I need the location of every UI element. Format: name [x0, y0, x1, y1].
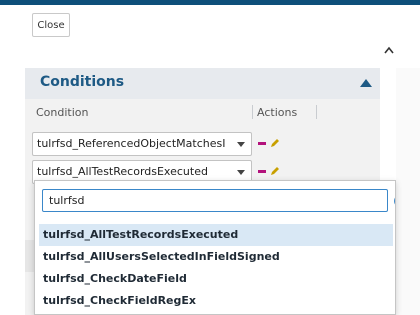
conditions-title: Conditions: [40, 74, 125, 90]
dropdown-option[interactable]: tulrfsd_AllUsersSelectedInFieldSigned: [39, 246, 393, 268]
dropdown-option[interactable]: tulrfsd_CheckDateField: [39, 268, 393, 290]
scroll-up-arrow-icon[interactable]: [384, 46, 394, 54]
pencil-icon[interactable]: [270, 138, 280, 148]
pencil-icon[interactable]: [270, 166, 280, 176]
column-separator: [252, 105, 253, 119]
page-scrollbar[interactable]: [396, 68, 420, 315]
condition-select-value: tulrfsd_AllTestRecordsExecuted: [37, 165, 208, 178]
dropdown-option[interactable]: tulrfsd_AllTestRecordsExecuted: [39, 224, 393, 246]
column-header-actions: Actions: [257, 106, 298, 119]
minus-icon[interactable]: [258, 170, 266, 173]
clear-circle-icon[interactable]: [394, 195, 396, 207]
panel-edge: [25, 240, 34, 272]
dropdown-search-input[interactable]: tulrfsd: [42, 189, 388, 212]
condition-select[interactable]: tulrfsd_ReferencedObjectMatchesI: [32, 132, 252, 156]
dropdown-option[interactable]: tulrfsd_CheckFieldRegEx: [39, 290, 393, 312]
top-accent-bar: [0, 0, 420, 5]
conditions-header[interactable]: Conditions: [25, 68, 380, 99]
chevron-down-icon: [237, 170, 245, 175]
column-separator: [316, 105, 317, 119]
triangle-up-icon[interactable]: [360, 79, 372, 87]
condition-dropdown: tulrfsd tulrfsd_AllTestRecordsExecuted t…: [34, 180, 396, 315]
minus-icon[interactable]: [258, 142, 266, 145]
close-button[interactable]: Close: [32, 13, 70, 37]
condition-select-value: tulrfsd_ReferencedObjectMatchesI: [37, 137, 226, 150]
column-header-condition: Condition: [36, 106, 89, 119]
chevron-down-icon: [237, 142, 245, 147]
